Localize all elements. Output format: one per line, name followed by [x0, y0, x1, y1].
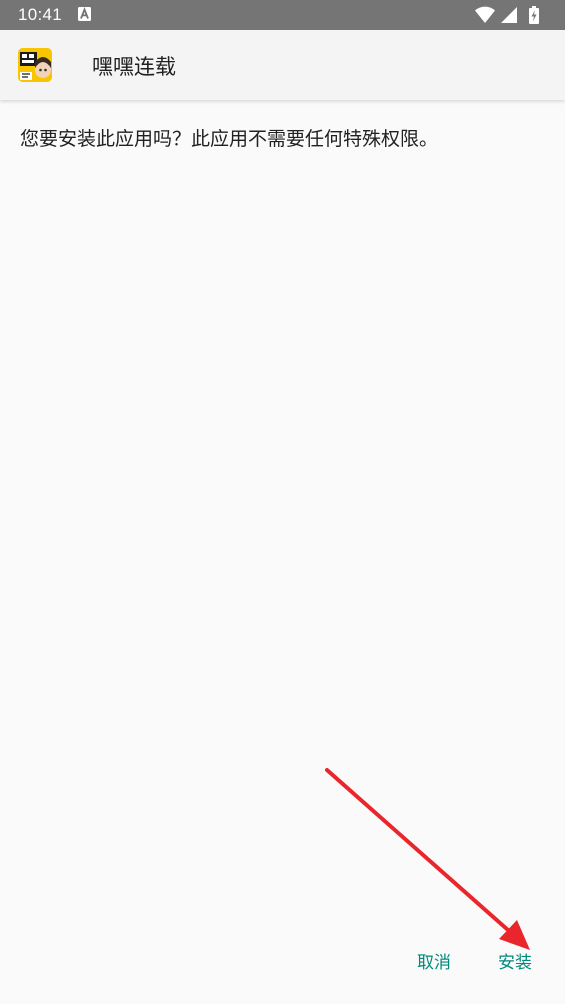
cancel-button[interactable]: 取消 [417, 948, 451, 973]
arrow-head [499, 920, 530, 950]
battery-charging-icon [529, 6, 539, 24]
a-letter-icon [78, 7, 91, 21]
install-button[interactable]: 安装 [498, 948, 532, 973]
install-permission-message: 您要安装此应用吗？此应用不需要任何特殊权限。 [20, 128, 439, 150]
status-bar: 10:41 [0, 0, 565, 30]
app-icon-heihei [18, 48, 52, 82]
wifi-icon [475, 6, 495, 24]
app-title: 嘿嘿连载 [92, 55, 176, 79]
status-time: 10:41 [18, 5, 63, 24]
arrow-shaft [325, 768, 510, 932]
app-bar: 嘿嘿连载 [0, 30, 565, 100]
signal-icon [501, 7, 517, 23]
